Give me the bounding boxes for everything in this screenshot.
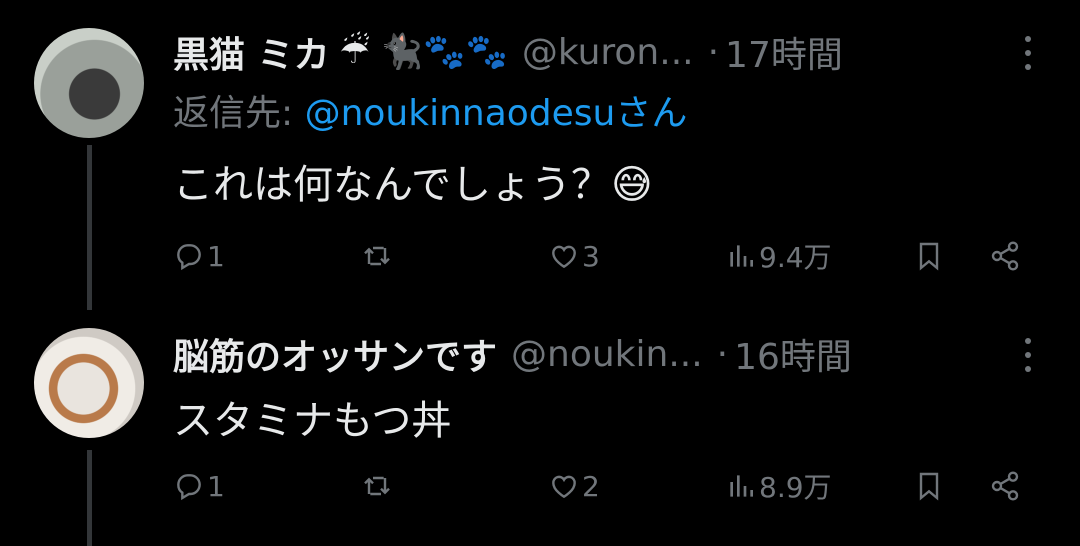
reply-suffix: さん (615, 93, 688, 134)
reply-button[interactable]: 1 (173, 466, 225, 506)
thread-line (87, 450, 92, 546)
bookmark-icon (919, 242, 939, 271)
like-icon (552, 245, 576, 269)
thread-line (87, 145, 92, 310)
display-name[interactable]: 脳筋のオッサンです (173, 328, 497, 380)
retweet-icon (364, 246, 390, 266)
like-button[interactable]: 2 (548, 466, 600, 506)
views-button[interactable]: 9.4万 (725, 236, 832, 276)
reply-prefix: 返信先: (173, 93, 305, 134)
views-button[interactable]: 8.9万 (725, 466, 832, 506)
bookmark-icon (919, 472, 939, 501)
tweet[interactable]: 脳筋のオッサンです @noukin... · 16時間 スタミナもつ丼 1 2 … (0, 310, 1080, 546)
share-button[interactable] (989, 466, 1021, 506)
display-name[interactable]: 黒猫 ミカ (173, 26, 330, 78)
view-count: 9.4万 (759, 241, 832, 274)
tweet-text: スタミナもつ丼 (173, 398, 452, 444)
retweet-icon (364, 476, 390, 496)
action-bar: 1 2 8.9万 (173, 466, 1033, 506)
reply-icon (177, 474, 201, 501)
timestamp[interactable]: 16時間 (734, 328, 852, 380)
reply-icon (177, 244, 201, 271)
share-icon (991, 471, 1019, 501)
avatar[interactable] (34, 28, 144, 138)
reply-to-line: 返信先: @noukinnaodesuさん (173, 84, 687, 136)
share-button[interactable] (989, 236, 1021, 276)
separator-dot: · (707, 31, 720, 73)
timestamp[interactable]: 17時間 (725, 26, 843, 78)
tweet[interactable]: 黒猫 ミカ ☔ 🐈‍⬛🐾🐾 @kuron... · 17時間 返信先: @nou… (0, 0, 1080, 310)
separator-dot: · (716, 333, 729, 375)
like-count: 2 (582, 469, 600, 503)
user-handle[interactable]: @noukin... (511, 334, 703, 375)
action-bar: 1 3 9.4万 (173, 236, 1033, 276)
reply-button[interactable]: 1 (173, 236, 225, 276)
tweet-header: 黒猫 ミカ ☔ 🐈‍⬛🐾🐾 @kuron... · 17時間 (173, 26, 843, 78)
view-count: 8.9万 (759, 471, 832, 504)
like-button[interactable]: 3 (548, 236, 600, 276)
reply-count: 1 (207, 239, 225, 273)
user-handle[interactable]: @kuron... (522, 32, 694, 73)
share-icon (991, 241, 1019, 271)
bookmark-button[interactable] (913, 466, 945, 506)
avatar[interactable] (34, 328, 144, 438)
views-icon (730, 475, 753, 497)
retweet-button[interactable] (361, 466, 393, 506)
reply-mention-link[interactable]: @noukinnaodesu (305, 93, 616, 134)
tweet-header: 脳筋のオッサンです @noukin... · 16時間 (173, 328, 852, 380)
views-icon (730, 245, 753, 267)
reply-count: 1 (207, 469, 225, 503)
name-emoji: ☔ 🐈‍⬛🐾🐾 (339, 32, 508, 72)
tweet-text: これは何なんでしょう？😅 (173, 162, 653, 208)
bookmark-button[interactable] (913, 236, 945, 276)
like-icon (552, 475, 576, 499)
more-icon[interactable] (1024, 338, 1032, 372)
like-count: 3 (582, 239, 600, 273)
retweet-button[interactable] (361, 236, 393, 276)
more-icon[interactable] (1024, 36, 1032, 70)
